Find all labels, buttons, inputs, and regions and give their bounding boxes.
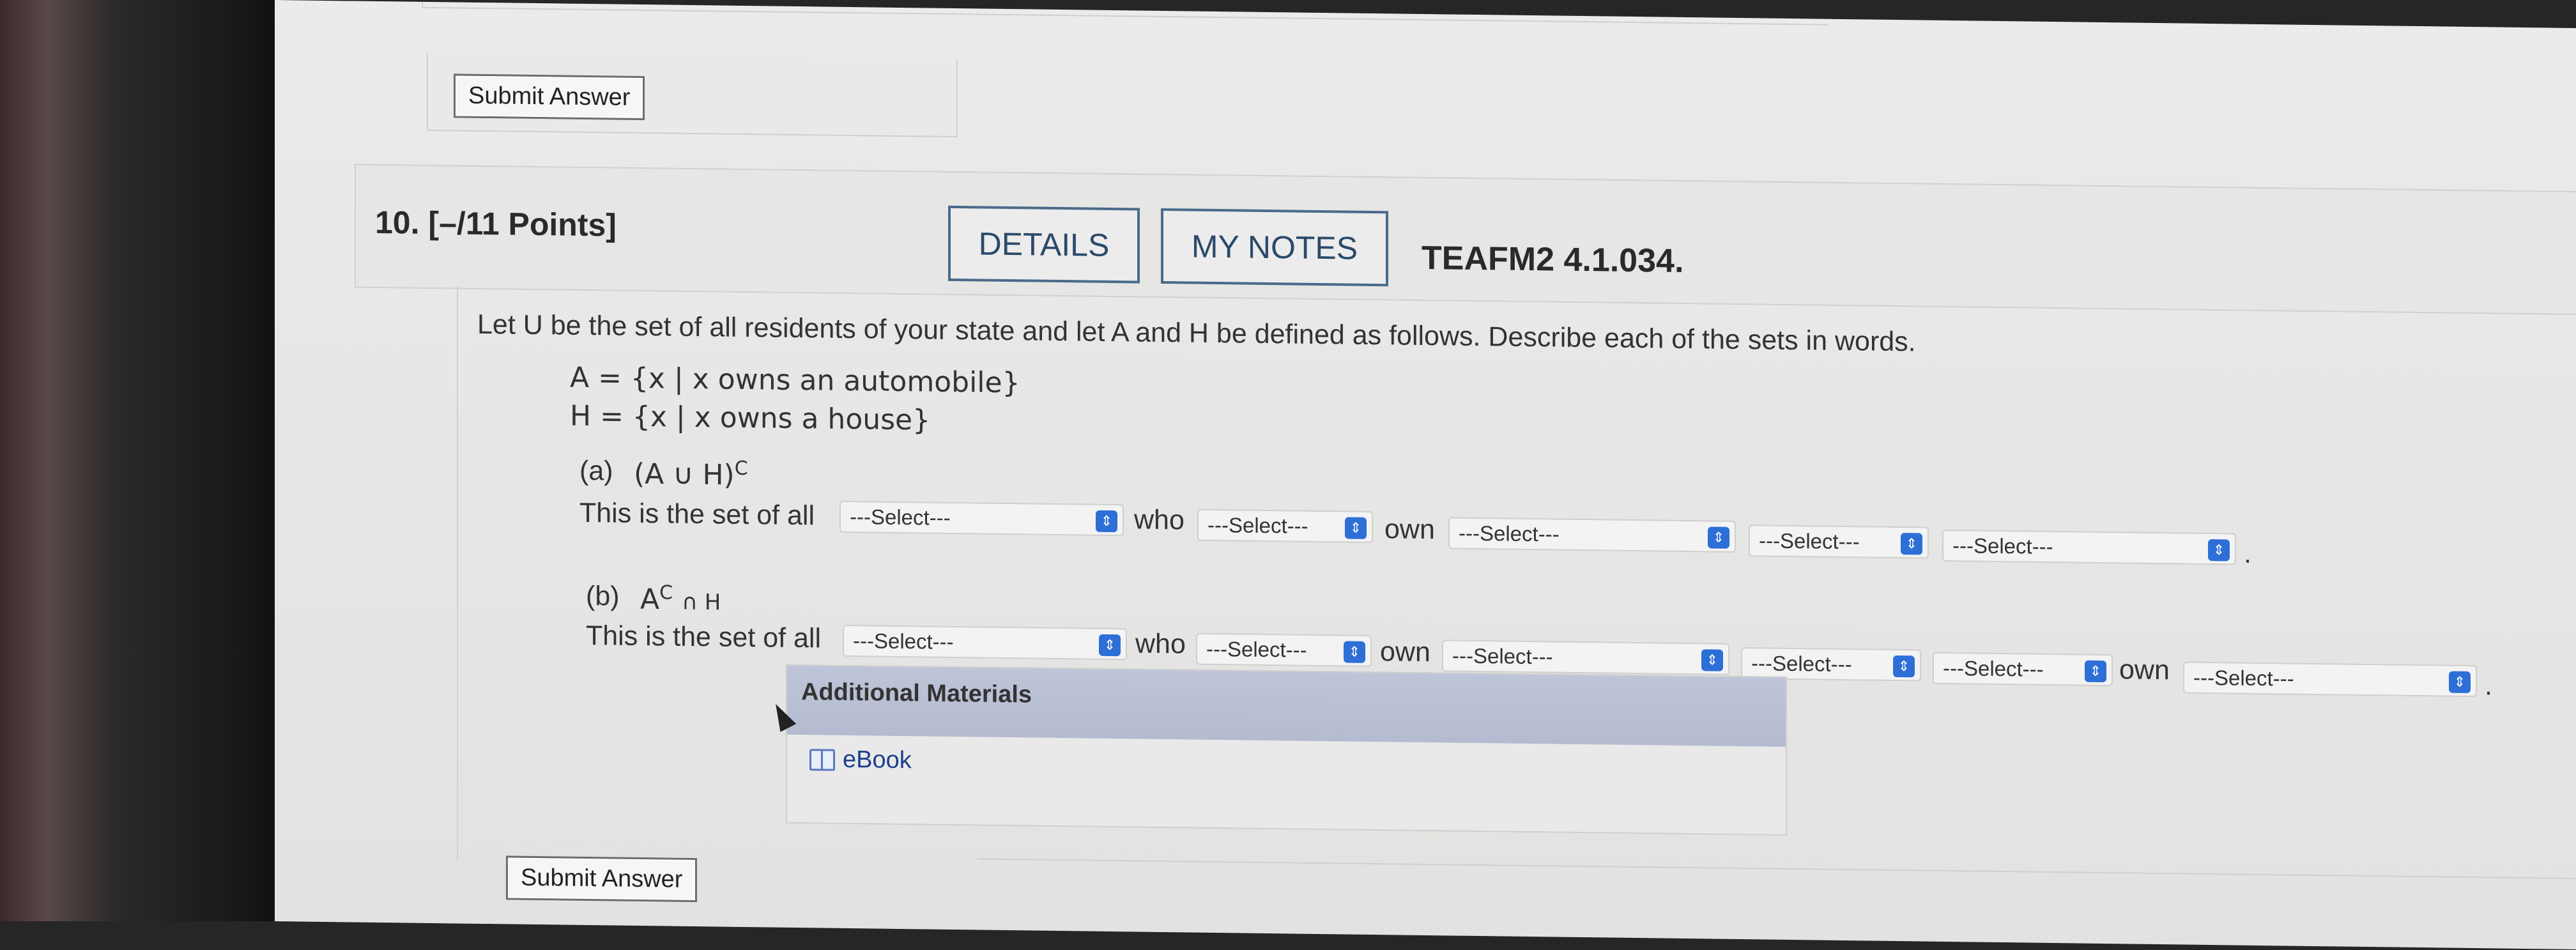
- part-a-select-5[interactable]: ---Select--- ⇕: [1942, 529, 2236, 565]
- part-a-select-2[interactable]: ---Select--- ⇕: [1197, 509, 1373, 544]
- browser-page: Submit Answer 10. [–/11 Points] DETAILS …: [275, 0, 2576, 950]
- part-b-own-text-2: own: [2119, 654, 2170, 686]
- question-prompt: Let U be the set of all residents of you…: [477, 309, 1916, 358]
- select-arrows-icon: ⇕: [1096, 510, 1117, 533]
- question-points: [–/11 Points]: [428, 204, 617, 243]
- part-a-who-text: who: [1134, 504, 1184, 536]
- part-b-period: .: [2485, 670, 2492, 701]
- definition-a: A = {x | x owns an automobile}: [570, 361, 1020, 400]
- select-arrows-icon: ⇕: [1701, 649, 1723, 671]
- select-arrows-icon: ⇕: [1901, 533, 1922, 555]
- part-b-select-1[interactable]: ---Select--- ⇕: [843, 624, 1127, 661]
- select-arrows-icon: ⇕: [2085, 660, 2106, 683]
- question-code: TEAFM2 4.1.034.: [1422, 239, 1684, 280]
- my-notes-button[interactable]: MY NOTES: [1161, 208, 1388, 287]
- select-arrows-icon: ⇕: [1344, 641, 1365, 663]
- part-a-select-4[interactable]: ---Select--- ⇕: [1749, 525, 1929, 559]
- select-arrows-icon: ⇕: [1708, 526, 1729, 549]
- question-number: 10. [–/11 Points]: [375, 204, 617, 243]
- part-b-select-5[interactable]: ---Select--- ⇕: [1933, 652, 2113, 687]
- submit-answer-button-top[interactable]: Submit Answer: [454, 73, 645, 121]
- part-a-label: (a): [579, 455, 613, 487]
- part-b-expression: AC ∩ H: [640, 581, 721, 617]
- ebook-label: eBook: [843, 746, 912, 774]
- part-b-select-2[interactable]: ---Select--- ⇕: [1196, 632, 1372, 667]
- select-arrows-icon: ⇕: [1893, 655, 1915, 678]
- book-icon: [809, 748, 835, 771]
- submit-answer-button-bottom[interactable]: Submit Answer: [506, 855, 698, 903]
- part-a-period: .: [2244, 538, 2251, 569]
- monitor-bezel-left: [0, 0, 211, 921]
- part-a-expression: (A ∪ H)C: [634, 457, 748, 492]
- part-b-who-text: who: [1135, 628, 1186, 660]
- select-arrows-icon: ⇕: [2449, 671, 2471, 693]
- details-button[interactable]: DETAILS: [948, 205, 1140, 284]
- additional-materials-panel: Additional Materials eBook: [786, 664, 1787, 836]
- additional-materials-title: Additional Materials: [787, 665, 1786, 747]
- part-a-select-1[interactable]: ---Select--- ⇕: [839, 500, 1124, 537]
- part-b-lead-text: This is the set of all: [586, 620, 822, 654]
- previous-question-box: [422, 1, 1828, 26]
- ebook-link[interactable]: eBook: [809, 746, 912, 774]
- definition-h: H = {x | x owns a house}: [570, 399, 931, 437]
- part-a-own-text: own: [1384, 514, 1435, 546]
- part-b-select-3[interactable]: ---Select--- ⇕: [1442, 640, 1729, 675]
- part-a-select-3[interactable]: ---Select--- ⇕: [1448, 517, 1736, 553]
- part-a-lead-text: This is the set of all: [579, 497, 815, 532]
- part-b-own-text-1: own: [1380, 636, 1430, 668]
- select-arrows-icon: ⇕: [2208, 539, 2230, 562]
- part-b-select-6[interactable]: ---Select--- ⇕: [2183, 661, 2477, 698]
- select-arrows-icon: ⇕: [1345, 517, 1367, 539]
- part-b-label: (b): [586, 580, 620, 612]
- select-arrows-icon: ⇕: [1099, 634, 1121, 657]
